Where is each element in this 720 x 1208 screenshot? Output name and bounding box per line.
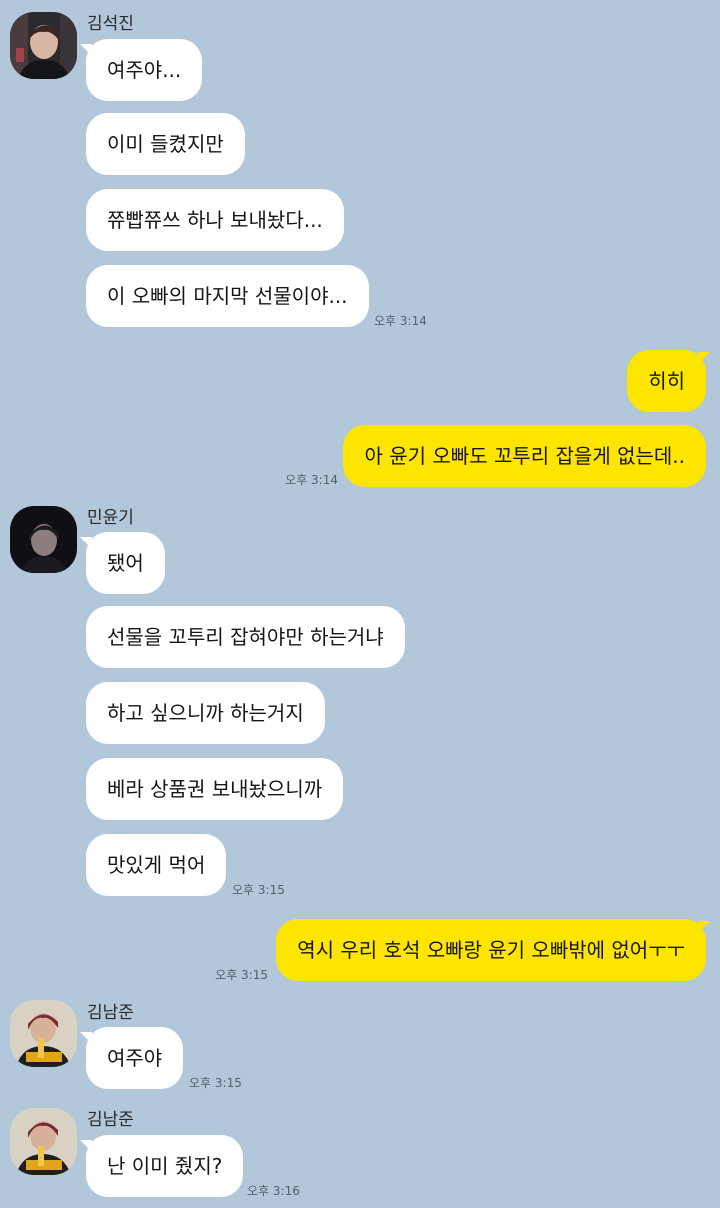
avatar-suga[interactable] xyxy=(10,506,77,573)
avatar-rm[interactable] xyxy=(10,1000,77,1067)
message-bubble[interactable]: 난 이미 줬지? xyxy=(86,1135,244,1197)
message-bubble[interactable]: 아 윤기 오빠도 꼬투리 잡을게 없는데.. xyxy=(343,425,706,487)
sender-name: 김석진 xyxy=(87,14,134,34)
sender-name: 김남준 xyxy=(87,1110,134,1130)
message-timestamp: 오후 3:15 xyxy=(232,883,285,897)
message-bubble[interactable]: 이 오빠의 마지막 선물이야... xyxy=(86,265,369,327)
message-bubble[interactable]: 선물을 꼬투리 잡혀야만 하는거냐 xyxy=(86,606,405,668)
avatar-jin[interactable] xyxy=(10,12,77,79)
message-bubble[interactable]: 여주야 xyxy=(86,1027,184,1089)
sender-name: 민윤기 xyxy=(87,508,134,528)
sender-name: 김남준 xyxy=(87,1003,134,1023)
message-bubble[interactable]: 여주야... xyxy=(86,39,203,101)
message-timestamp: 오후 3:16 xyxy=(247,1184,300,1198)
profile-photo-icon xyxy=(10,506,77,573)
message-bubble[interactable]: 역시 우리 호석 오빠랑 윤기 오빠밖에 없어ㅜㅜ xyxy=(276,919,706,981)
message-bubble[interactable]: 베라 상품권 보내놨으니까 xyxy=(86,758,344,820)
message-timestamp: 오후 3:15 xyxy=(215,968,268,982)
message-bubble[interactable]: 맛있게 먹어 xyxy=(86,834,227,896)
avatar-rm[interactable] xyxy=(10,1108,77,1175)
profile-photo-icon xyxy=(10,12,77,79)
message-timestamp: 오후 3:14 xyxy=(285,473,338,487)
message-timestamp: 오후 3:15 xyxy=(189,1076,242,1090)
message-bubble[interactable]: 히히 xyxy=(627,350,706,412)
profile-photo-icon xyxy=(10,1108,77,1175)
message-timestamp: 오후 3:14 xyxy=(374,314,427,328)
profile-photo-icon xyxy=(10,1000,77,1067)
message-bubble[interactable]: 쮸빱쮸쓰 하나 보내놨다... xyxy=(86,189,344,251)
message-bubble[interactable]: 됐어 xyxy=(86,532,165,594)
message-bubble[interactable]: 하고 싶으니까 하는거지 xyxy=(86,682,325,744)
message-bubble[interactable]: 이미 들켰지만 xyxy=(86,113,245,175)
